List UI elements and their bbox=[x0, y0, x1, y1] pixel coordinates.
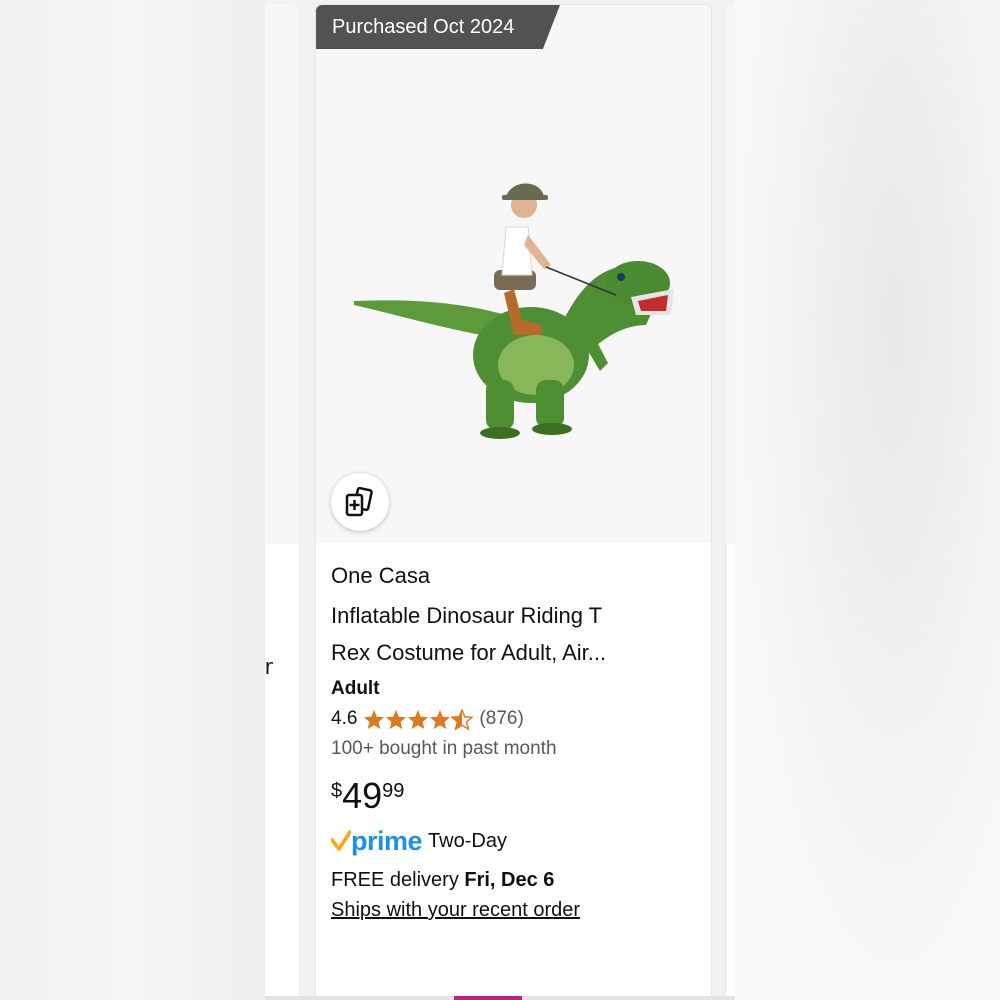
prime-delivery-speed: Two-Day bbox=[428, 829, 507, 852]
product-details: One Casa Inflatable Dinosaur Riding T Re… bbox=[331, 561, 701, 926]
rating-row[interactable]: 4.6 (876) bbox=[331, 705, 701, 733]
purchased-badge: Purchased Oct 2024 bbox=[316, 5, 560, 49]
product-title-line-1[interactable]: Inflatable Dinosaur Riding T bbox=[331, 597, 676, 634]
results-carousel: n Purchased Oct 2024 One Casa Inflatable… bbox=[265, 0, 735, 1000]
prime-check-icon bbox=[331, 830, 351, 851]
price-fraction: 99 bbox=[382, 780, 405, 802]
price-symbol: $ bbox=[331, 780, 343, 802]
prime-badge: prime Two-Day bbox=[331, 824, 701, 858]
previous-product-image bbox=[265, 4, 299, 544]
review-count[interactable]: (876) bbox=[479, 705, 523, 733]
half-star-icon bbox=[451, 708, 474, 730]
delivery-date: Fri, Dec 6 bbox=[464, 869, 555, 891]
price-whole: 49 bbox=[342, 775, 383, 816]
product-variant: Adult bbox=[331, 678, 380, 699]
product-card[interactable]: Purchased Oct 2024 One Casa Inflatable D… bbox=[315, 4, 712, 1000]
product-image-area[interactable]: Purchased Oct 2024 bbox=[316, 5, 711, 543]
blurred-background-right bbox=[735, 0, 1000, 1000]
next-product-card[interactable] bbox=[727, 4, 735, 1000]
star-rating[interactable] bbox=[363, 708, 474, 730]
add-to-compare-icon bbox=[345, 486, 373, 517]
star-icon bbox=[430, 709, 451, 729]
add-to-compare-button[interactable] bbox=[331, 473, 389, 531]
product-title-line-2[interactable]: Rex Costume for Adult, Air... bbox=[331, 634, 676, 671]
product-image[interactable] bbox=[346, 165, 676, 445]
delivery-prefix: FREE delivery bbox=[331, 869, 459, 891]
star-icon bbox=[364, 709, 385, 729]
bought-in-past-month: 100+ bought in past month bbox=[331, 738, 557, 759]
star-icon bbox=[386, 709, 407, 729]
star-icon bbox=[408, 709, 429, 729]
product-title[interactable]: Inflatable Dinosaur Riding T Rex Costume… bbox=[331, 597, 676, 671]
blurred-background-left bbox=[0, 0, 265, 1000]
previous-product-text: n bbox=[265, 654, 273, 679]
carousel-scroll-thumb bbox=[454, 996, 522, 1000]
previous-product-card[interactable]: n bbox=[265, 4, 299, 1000]
ships-with-recent-order-link[interactable]: Ships with your recent order bbox=[331, 894, 701, 926]
delivery-info: FREE delivery Fri, Dec 6 bbox=[331, 866, 701, 894]
next-product-image bbox=[727, 4, 735, 544]
rating-value: 4.6 bbox=[331, 708, 358, 729]
price: $ 49 99 bbox=[331, 776, 701, 820]
product-brand: One Casa bbox=[331, 563, 431, 588]
carousel-scroll-indicator bbox=[265, 996, 735, 1000]
prime-logo: prime bbox=[351, 826, 423, 856]
